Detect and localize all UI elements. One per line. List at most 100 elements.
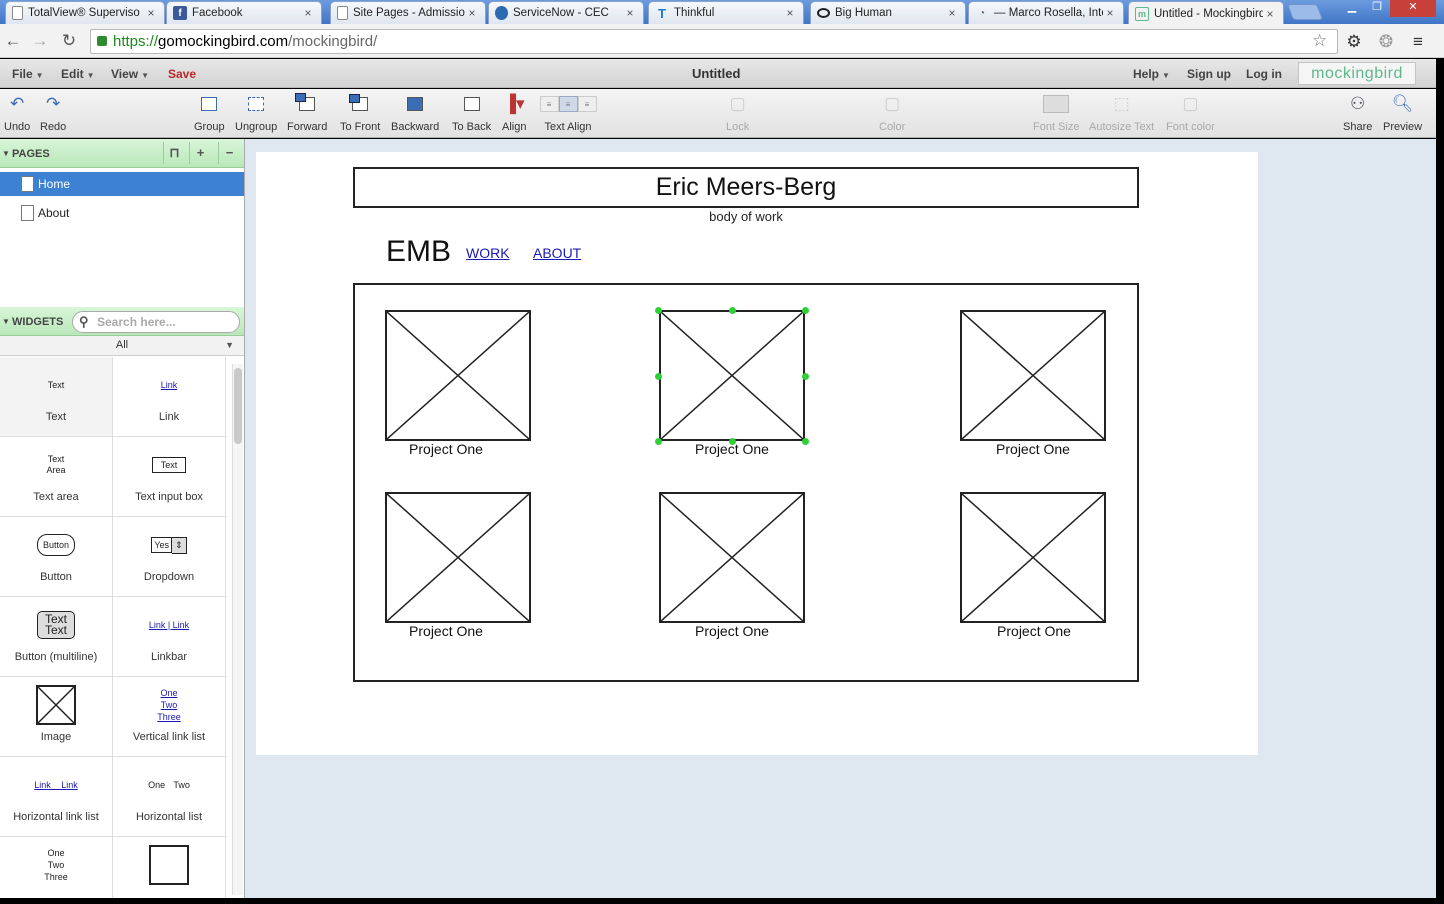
resize-handle[interactable] [729,307,736,314]
browser-tab[interactable]: f Facebook × [166,1,322,24]
to-back-button[interactable]: To Back [452,93,491,133]
widget-search-input[interactable]: ⚲ Search here... [72,311,240,333]
collapse-triangle-icon[interactable]: ▼ [2,149,10,158]
widget-button-multiline[interactable]: Text Text Button (multiline) [0,597,113,677]
file-menu[interactable]: File ▼ [12,67,44,81]
project-caption[interactable]: Project One [960,441,1106,457]
collapse-triangle-icon[interactable]: ▼ [2,317,10,326]
project-card[interactable]: Project One [385,310,531,457]
project-card[interactable]: Project One [960,492,1107,639]
minimize-icon[interactable]: ▁ [1340,0,1364,17]
widget-scrollbar[interactable] [232,364,243,895]
project-card[interactable]: Project One [659,492,805,639]
align-left-icon[interactable]: ≡ [539,96,559,112]
help-menu[interactable]: Help ▼ [1133,67,1170,81]
login-link[interactable]: Log in [1246,67,1282,81]
redo-button[interactable]: ↷ Redo [40,93,66,133]
widget-vertical-link-list[interactable]: One Two Three Vertical link list [113,677,226,757]
image-placeholder[interactable] [960,310,1106,441]
remove-page-icon[interactable]: − [218,142,240,164]
widget-text-input[interactable]: Text Text input box [113,437,226,517]
page-item-about[interactable]: About [0,201,244,225]
resize-handle[interactable] [802,438,809,445]
close-icon[interactable]: × [1103,6,1117,20]
browser-tab[interactable]: T Thinkful × [648,1,804,24]
mockup-logo-text[interactable]: EMB [386,235,451,269]
pages-panel-header[interactable]: ▼ PAGES ⊓ + − [0,139,244,168]
image-placeholder[interactable] [960,492,1106,623]
autosize-text-button[interactable]: ⬚ Autosize Text [1089,93,1154,133]
align-center-icon[interactable]: ≡ [558,96,578,112]
mockup-title-box[interactable]: Eric Meers-Berg [353,167,1139,208]
close-icon[interactable]: × [144,6,158,20]
project-caption[interactable]: Project One [373,441,519,457]
widget-list[interactable]: One Two Three [0,837,113,898]
widget-horizontal-link-list[interactable]: Link Link Horizontal link list [0,757,113,837]
browser-tab[interactable]: Big Human × [810,1,966,24]
to-front-button[interactable]: To Front [340,93,380,133]
widget-text[interactable]: Text Text [0,357,113,437]
resize-handle[interactable] [655,373,662,380]
add-page-icon[interactable]: + [189,142,211,164]
image-placeholder[interactable] [385,492,531,623]
align-button[interactable]: ▐▾ Align [502,93,526,133]
backward-button[interactable]: Backward [391,93,439,133]
close-icon[interactable]: × [623,6,637,20]
resize-handle[interactable] [729,438,736,445]
image-placeholder[interactable] [659,310,805,441]
browser-tab[interactable]: ServiceNow - CEC × [488,1,644,24]
browser-tab[interactable]: Site Pages - Admissio × [330,1,486,24]
document-title[interactable]: Untitled [692,66,740,81]
browser-tab[interactable]: TotalView® Superviso × [5,1,165,24]
close-icon[interactable]: × [945,6,959,20]
font-color-button[interactable]: ▢ Font color [1166,93,1215,133]
browser-tab[interactable]: ◔ — Marco Rosella, Inte × [968,1,1124,24]
close-icon[interactable]: × [1263,7,1277,21]
project-card[interactable]: Project One [960,310,1106,457]
close-icon[interactable]: × [465,6,479,20]
project-card[interactable]: Project One [385,492,531,639]
save-button[interactable]: Save [168,67,196,81]
mockup-link-about[interactable]: ABOUT [533,245,581,261]
new-tab-button[interactable] [1287,4,1323,20]
lock-page-icon[interactable]: ⊓ [163,142,185,164]
undo-button[interactable]: ↶ Undo [4,93,30,133]
image-placeholder[interactable] [659,492,805,623]
resize-handle[interactable] [802,307,809,314]
page-item-home[interactable]: Home [0,172,244,196]
forward-arrow-icon[interactable]: → [30,31,50,51]
signup-link[interactable]: Sign up [1187,67,1231,81]
widget-text-area[interactable]: Text Area Text area [0,437,113,517]
forward-button[interactable]: Forward [287,93,327,133]
window-close-icon[interactable]: ✕ [1390,0,1436,17]
close-icon[interactable]: × [783,6,797,20]
resize-handle[interactable] [655,307,662,314]
project-caption[interactable]: Project One [659,623,805,639]
extension-icon[interactable]: ❂ [1376,32,1396,52]
widget-dropdown[interactable]: Yes ⇕ Dropdown [113,517,226,597]
lock-button[interactable]: ▢ Lock [726,93,749,133]
widget-horizontal-list[interactable]: One Two Horizontal list [113,757,226,837]
view-menu[interactable]: View ▼ [111,67,149,81]
close-icon[interactable]: × [301,6,315,20]
browser-tab-active[interactable]: m Untitled - Mockingbird × [1128,1,1284,25]
align-right-icon[interactable]: ≡ [577,96,597,112]
menu-icon[interactable]: ≡ [1408,32,1428,52]
widget-image[interactable]: Image [0,677,113,757]
font-size-control[interactable]: Font Size [1033,93,1079,133]
resize-handle[interactable] [655,438,662,445]
gear-icon[interactable]: ⚙ [1344,32,1364,52]
back-arrow-icon[interactable]: ← [3,31,23,51]
mockup-subtitle[interactable]: body of work [353,209,1139,224]
widget-linkbar[interactable]: Link | Link Linkbar [113,597,226,677]
widget-link[interactable]: Link Link [113,357,226,437]
project-card-selected[interactable]: Project One [659,310,805,457]
bookmark-star-icon[interactable]: ☆ [1312,31,1327,51]
group-button[interactable]: Group [194,93,225,133]
image-placeholder[interactable] [385,310,531,441]
edit-menu[interactable]: Edit ▼ [61,67,95,81]
text-align-control[interactable]: ≡ ≡ ≡ Text Align [539,93,597,133]
ungroup-button[interactable]: Ungroup [235,93,277,133]
widget-button[interactable]: Button Button [0,517,113,597]
resize-handle[interactable] [802,373,809,380]
